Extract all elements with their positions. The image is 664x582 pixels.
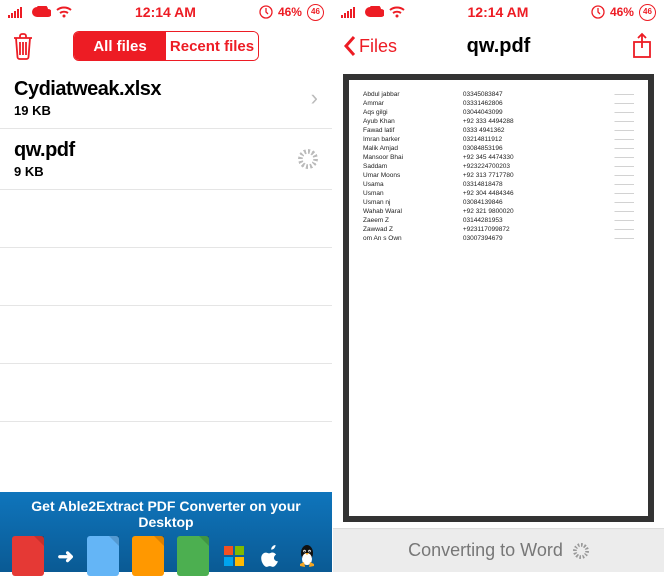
promo-banner[interactable]: Get Able2Extract PDF Converter on your D… (0, 492, 332, 572)
pdf-row: Abdul jabbar03345083847——— (359, 90, 638, 99)
battery-badge: 46 (639, 4, 656, 21)
screen-file-list: 12:14 AM 46% 46 All files Recent files C… (0, 0, 332, 572)
pdf-row: Usman+92 304 4484346——— (359, 189, 638, 198)
cloud-icon (31, 6, 51, 18)
signal-icon (341, 6, 359, 18)
pdf-row: Zawwad Z+923117099872——— (359, 225, 638, 234)
pdf-row: Wahab Waral+92 321 9800020——— (359, 207, 638, 216)
clock-time: 12:14 AM (135, 4, 196, 20)
word-icon (87, 536, 119, 576)
pdf-row: Zaeem Z03144281953——— (359, 216, 638, 225)
pdf-row: Ammar03331462806——— (359, 99, 638, 108)
pdf-preview[interactable]: Abdul jabbar03345083847———Ammar033314628… (343, 74, 654, 522)
list-placeholder (0, 364, 332, 422)
chevron-right-icon: › (311, 85, 318, 111)
file-row[interactable]: Cydiatweak.xlsx 19 KB › (0, 68, 332, 129)
pdf-row: Usama03314818478——— (359, 180, 638, 189)
wifi-icon (389, 6, 405, 18)
loading-spinner-icon (298, 149, 318, 169)
sync-icon (259, 5, 273, 19)
screen-pdf-preview: 12:14 AM 46% 46 Files qw.pdf Abdul jabba… (332, 0, 664, 572)
pdf-row: Usman nj03084139846——— (359, 198, 638, 207)
pdf-row: Mansoor Bhai+92 345 4474330——— (359, 153, 638, 162)
pdf-row: om An s Own03007394679——— (359, 234, 638, 243)
pdf-row: Malik Amjad03084853196——— (359, 144, 638, 153)
pdf-row: Saddam+923224700203——— (359, 162, 638, 171)
pdf-table: Abdul jabbar03345083847———Ammar033314628… (359, 90, 638, 243)
file-row[interactable]: qw.pdf 9 KB (0, 129, 332, 190)
share-icon[interactable] (630, 32, 654, 60)
converting-status: Converting to Word (333, 528, 664, 572)
excel-icon (177, 536, 209, 576)
pdf-row: Ayub Khan+92 333 4494288——— (359, 117, 638, 126)
navbar: All files Recent files (0, 24, 332, 68)
signal-icon (8, 6, 26, 18)
pdf-row: Imran barker03214811912——— (359, 135, 638, 144)
battery-text: 46% (278, 5, 302, 19)
file-size: 9 KB (14, 164, 298, 179)
navbar: Files qw.pdf (333, 24, 664, 68)
linux-icon (295, 544, 319, 568)
windows-icon (222, 544, 246, 568)
pdf-row: Fawad latif0333 4941362——— (359, 126, 638, 135)
status-bar: 12:14 AM 46% 46 (0, 0, 332, 24)
segment-recent-files[interactable]: Recent files (166, 32, 258, 60)
battery-badge: 46 (307, 4, 324, 21)
pdf-page: Abdul jabbar03345083847———Ammar033314628… (349, 80, 648, 516)
file-list: Cydiatweak.xlsx 19 KB › qw.pdf 9 KB (0, 68, 332, 492)
trash-icon[interactable] (10, 31, 36, 61)
pdf-icon (12, 536, 44, 576)
list-placeholder (0, 306, 332, 364)
pdf-row: Umar Moons+92 313 7717780——— (359, 171, 638, 180)
segment-all-files[interactable]: All files (74, 32, 166, 60)
segmented-control: All files Recent files (73, 31, 259, 61)
promo-title: Get Able2Extract PDF Converter on your D… (0, 492, 332, 534)
apple-icon (259, 544, 283, 568)
list-placeholder (0, 248, 332, 306)
cloud-icon (364, 6, 384, 18)
file-name: qw.pdf (14, 139, 298, 162)
loading-spinner-icon (573, 543, 589, 559)
page-title: qw.pdf (403, 35, 594, 58)
sync-icon (591, 5, 605, 19)
status-bar: 12:14 AM 46% 46 (333, 0, 664, 24)
back-label: Files (359, 36, 397, 57)
chevron-left-icon (343, 35, 357, 57)
back-button[interactable]: Files (343, 35, 397, 57)
clock-time: 12:14 AM (468, 4, 529, 20)
converting-label: Converting to Word (408, 540, 563, 561)
file-size: 19 KB (14, 103, 311, 118)
battery-text: 46% (610, 5, 634, 19)
pdf-row: Aqs gilgi03044043099——— (359, 108, 638, 117)
ppt-icon (132, 536, 164, 576)
list-placeholder (0, 190, 332, 248)
promo-icons: ➜ (0, 534, 332, 582)
arrow-icon: ➜ (57, 544, 74, 569)
file-name: Cydiatweak.xlsx (14, 78, 311, 101)
wifi-icon (56, 6, 72, 18)
